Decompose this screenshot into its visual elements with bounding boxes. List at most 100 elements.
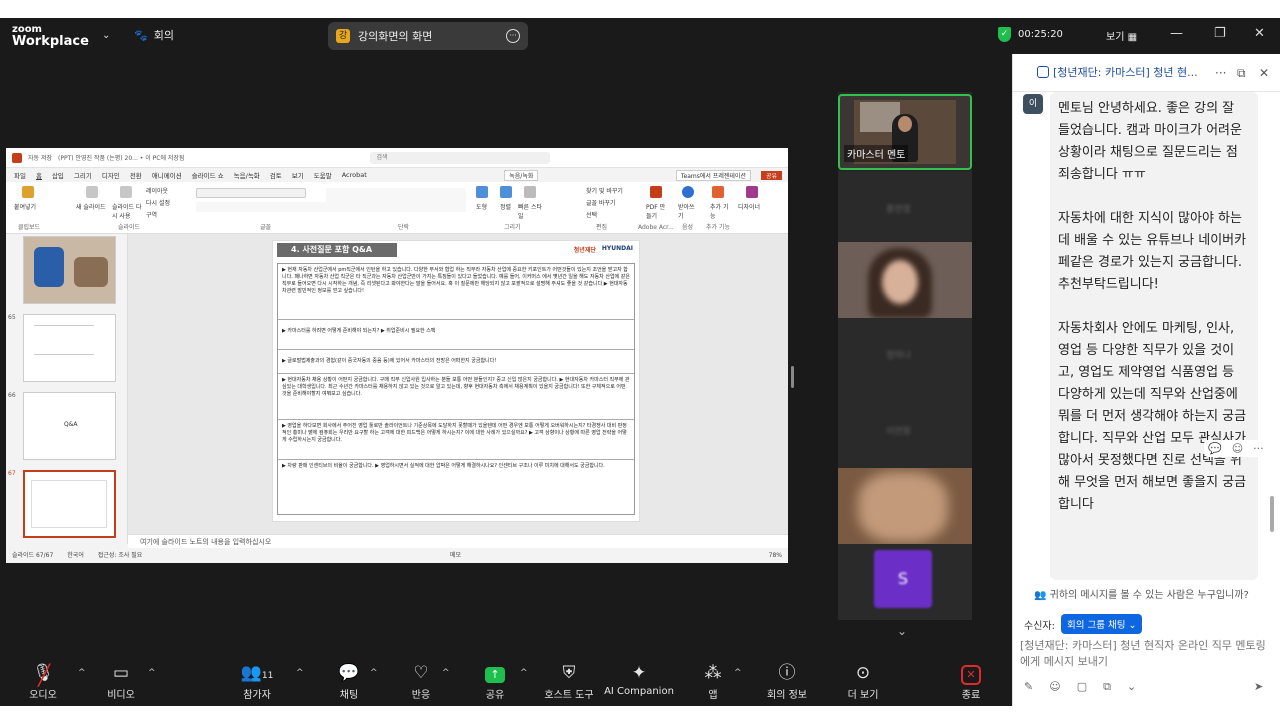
ppt-search[interactable]: 검색 (370, 151, 551, 164)
slide-thumbnail-65[interactable] (23, 314, 116, 382)
chat-input[interactable]: [청년재단: 카마스터] 청년 현직자 온라인 직무 멘토링에게 메시지 보내기 (1020, 638, 1270, 670)
chat-message[interactable]: 멘토님 안녕하세요. 좋은 강의 잘 들었습니다. 캠과 마이크가 어려운 상황… (1050, 92, 1258, 580)
more-icon[interactable]: ··· (506, 29, 520, 43)
replace-font-button[interactable]: 글꼴 바꾸기 (586, 198, 616, 207)
host-tools-button[interactable]: ⛨ 호스트 도구 (534, 662, 604, 701)
font-select[interactable] (196, 188, 306, 198)
audio-button[interactable]: 🎙 ╱ 오디오 ^ (8, 662, 85, 701)
chevron-up-icon[interactable]: ^ (520, 668, 528, 678)
emoji-icon[interactable]: ☺ (1049, 680, 1060, 694)
chevron-down-icon[interactable]: ⌄ (102, 30, 110, 41)
video-tile[interactable]: 정하나 (838, 318, 972, 394)
chevron-up-icon[interactable]: ^ (442, 668, 450, 678)
dictate-icon[interactable] (682, 186, 694, 198)
designer-icon[interactable] (746, 186, 758, 198)
reply-icon[interactable]: 💬 (1208, 442, 1222, 455)
chevron-up-icon[interactable]: ^ (296, 668, 304, 678)
menu-draw[interactable]: 그리기 (74, 170, 92, 180)
chevron-down-icon[interactable]: ⌄ (897, 624, 907, 638)
slide-canvas[interactable]: 4. 사전질문 포함 Q&A 청년재단 HYUNDAI ▶ 현재 자동차 산업군… (128, 234, 788, 534)
chevron-up-icon[interactable]: ^ (78, 668, 86, 678)
format-icon[interactable]: ✎ (1024, 680, 1033, 694)
apps-button[interactable]: ⁂ 앱 ^ (678, 662, 748, 701)
section-button[interactable]: 구역 (146, 210, 157, 219)
meeting-info-button[interactable]: ⓘ 회의 정보 (752, 662, 822, 701)
menu-insert[interactable]: 삽입 (52, 170, 64, 180)
file-icon[interactable]: ▢ (1077, 680, 1087, 694)
chat-button[interactable]: 💬 채팅 ^ (314, 662, 384, 701)
ppt-share-button[interactable]: 공유 (760, 170, 782, 180)
menu-view[interactable]: 보기 (292, 170, 304, 180)
chevron-up-icon[interactable]: ^ (734, 668, 742, 678)
recipient-dropdown[interactable]: 회의 그룹 채팅 ⌄ (1060, 614, 1143, 634)
shapes-icon[interactable] (476, 186, 488, 198)
share-indicator[interactable]: 강 강의화면의 화면 ··· (328, 22, 528, 50)
addins-icon[interactable] (712, 186, 724, 198)
popout-icon[interactable]: ⧉ (1237, 54, 1246, 91)
zoom-logo[interactable]: zoom Workplace (12, 24, 89, 48)
restore-icon[interactable]: ❐ (1214, 26, 1226, 41)
status-accessibility[interactable]: 접근성: 조사 필요 (98, 549, 142, 563)
view-button[interactable]: 보기 ▦ (1106, 28, 1137, 43)
video-tile[interactable] (838, 468, 972, 544)
close-icon[interactable]: ✕ (1254, 26, 1265, 41)
video-tile[interactable]: S (838, 544, 972, 620)
find-replace-button[interactable]: 찾기 및 바꾸기 (586, 186, 623, 195)
shared-powerpoint-window[interactable]: 자동 저장 (PPT) 안영진 작품 (논평) 20... • 이 PC에 저장… (6, 148, 788, 563)
chat-title[interactable]: [청년재단: 카마스터] 청년 현... (1053, 54, 1217, 91)
reset-button[interactable]: 다시 설정 (146, 198, 170, 207)
menu-help[interactable]: 도움말 (314, 170, 332, 180)
paragraph-tools[interactable] (326, 188, 466, 212)
menu-slideshow[interactable]: 슬라이드 쇼 (192, 170, 224, 180)
paste-icon[interactable] (22, 186, 34, 198)
ai-companion-button[interactable]: ✦ AI Companion (604, 662, 674, 697)
menu-acrobat[interactable]: Acrobat (342, 171, 367, 179)
slide-thumbnail-66[interactable]: Q&A (23, 392, 116, 460)
menu-transitions[interactable]: 전환 (130, 170, 142, 180)
chevron-up-icon[interactable]: ^ (370, 668, 378, 678)
menu-animations[interactable]: 애니메이션 (152, 170, 182, 180)
end-button[interactable]: ✕ 종료 (936, 662, 1006, 701)
teams-present-button[interactable]: Teams에서 프레젠테이션 (675, 169, 751, 181)
video-tile[interactable] (838, 242, 972, 318)
screenshot-icon[interactable]: ⧉ (1103, 680, 1111, 694)
record-button[interactable]: 녹음/녹화 (504, 169, 539, 181)
chevron-up-icon[interactable]: ^ (148, 668, 156, 678)
who-can-see[interactable]: 👥 귀하의 메시지를 볼 수 있는 사람은 누구입니까? (1034, 586, 1249, 601)
video-tile-mentor[interactable]: 카마스터 멘토 (838, 94, 972, 170)
send-icon[interactable]: ➤ (1254, 680, 1263, 693)
close-icon[interactable]: ✕ (1259, 54, 1269, 91)
slide-thumbnail-67[interactable] (23, 470, 116, 538)
chevron-down-icon[interactable]: ⌄ (1127, 680, 1136, 694)
video-tile[interactable]: 홍연정 (838, 172, 972, 248)
arrange-icon[interactable] (500, 186, 512, 198)
status-notes-button[interactable]: 메모 (450, 549, 461, 563)
more-icon[interactable]: ··· (1253, 442, 1264, 455)
reuse-slide-icon[interactable] (120, 186, 132, 198)
slide-thumbnail-64[interactable] (23, 236, 116, 304)
menu-record[interactable]: 녹음/녹화 (234, 170, 260, 180)
slide-notes[interactable]: 여기에 슬라이드 노트의 내용을 입력하십시오 (128, 534, 788, 548)
current-slide[interactable]: 4. 사전질문 포함 Q&A 청년재단 HYUNDAI ▶ 현재 자동차 산업군… (272, 240, 640, 522)
shield-check-icon[interactable]: ✓ (998, 27, 1011, 42)
more-icon[interactable]: ··· (1215, 54, 1226, 91)
pdf-icon[interactable] (650, 186, 662, 198)
layout-button[interactable]: 레이아웃 (146, 186, 168, 195)
menu-design[interactable]: 디자인 (102, 170, 120, 180)
status-zoom[interactable]: 78% (769, 549, 782, 563)
menu-file[interactable]: 파일 (14, 170, 26, 180)
menu-home[interactable]: 홈 (36, 170, 42, 180)
more-button[interactable]: ⊙ 더 보기 (828, 662, 898, 701)
meeting-menu[interactable]: 🐾 회의 (134, 27, 174, 43)
splitter-handle[interactable] (791, 366, 794, 388)
video-tile[interactable]: 이연정 (838, 394, 972, 470)
video-button[interactable]: ▭ 비디오 ^ (86, 662, 156, 701)
emoji-icon[interactable]: ☺ (1232, 442, 1243, 455)
new-slide-icon[interactable] (86, 186, 98, 198)
menu-review[interactable]: 검토 (270, 170, 282, 180)
chat-scrollbar[interactable] (1270, 496, 1274, 532)
autosave-label[interactable]: 자동 저장 (28, 153, 52, 162)
share-button[interactable]: ↑ 공유 ^ (460, 662, 530, 701)
quick-style-icon[interactable] (524, 186, 536, 198)
minimize-icon[interactable]: — (1170, 26, 1183, 41)
